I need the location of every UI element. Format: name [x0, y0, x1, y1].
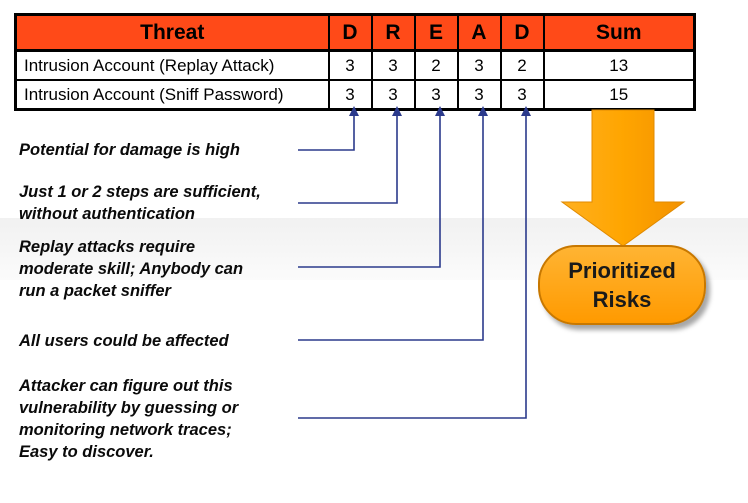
note-affected-users: All users could be affected [19, 332, 229, 350]
connector-discoverability [298, 108, 527, 419]
connector-reproducibility [298, 108, 398, 204]
note-exploitability: Replay attacks require moderate skill; A… [19, 238, 244, 300]
arrowhead-reproducibility [392, 106, 402, 116]
prioritized-risks-badge: Prioritized Risks [538, 245, 706, 325]
note-damage: Potential for damage is high [19, 141, 240, 159]
connector-exploitability [298, 108, 441, 268]
note-discoverability: Attacker can figure out this vulnerabili… [19, 377, 239, 461]
arrowhead-exploitability [435, 106, 445, 116]
connector-damage [298, 108, 355, 151]
note-reproducibility: Just 1 or 2 steps are sufficient, withou… [19, 183, 261, 223]
arrowhead-discoverability [521, 106, 531, 116]
arrowhead-affected-users [478, 106, 488, 116]
slide: Threat D R E A D Sum Intrusion Account (… [0, 0, 748, 503]
arrowhead-damage [349, 106, 359, 116]
connector-affected-users [298, 108, 484, 341]
down-arrow-icon [560, 109, 686, 247]
